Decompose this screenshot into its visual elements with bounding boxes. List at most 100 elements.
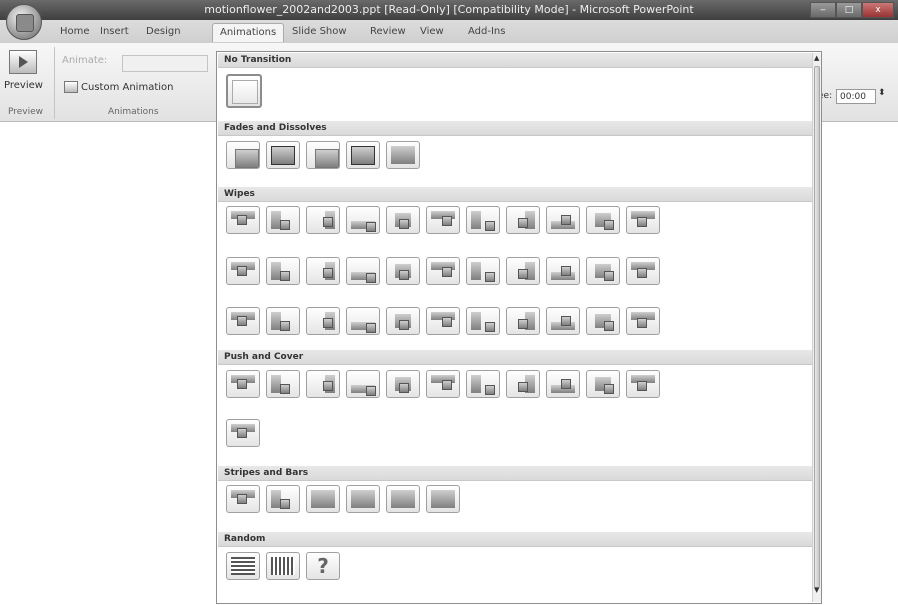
gallery-scrollbar[interactable]: ▲ ▼: [812, 53, 821, 602]
transition-tile[interactable]: [266, 206, 300, 234]
transition-tile[interactable]: [386, 257, 420, 285]
tab-home[interactable]: Home: [60, 26, 90, 37]
transition-tile[interactable]: [266, 307, 300, 335]
transition-tile[interactable]: [586, 206, 620, 234]
transition-tile[interactable]: [426, 307, 460, 335]
transition-tile[interactable]: [546, 206, 580, 234]
transition-tile[interactable]: [626, 370, 660, 398]
direction-arrow-icon: [280, 220, 290, 230]
custom-animation-icon: [64, 81, 78, 93]
transition-tile[interactable]: [226, 485, 260, 513]
direction-arrow-icon: [442, 380, 452, 390]
transition-tile[interactable]: [466, 257, 500, 285]
animate-dropdown[interactable]: [122, 55, 208, 72]
direction-arrow-icon: [323, 268, 333, 278]
slide-stack-icon: [315, 149, 339, 168]
transition-tile[interactable]: [546, 307, 580, 335]
transition-tile[interactable]: [386, 485, 420, 513]
transition-tile[interactable]: [266, 141, 300, 169]
office-logo-icon: [16, 14, 34, 32]
tab-view[interactable]: View: [420, 26, 444, 37]
transition-tile[interactable]: [626, 257, 660, 285]
maximize-button[interactable]: □: [836, 2, 862, 18]
transition-tile[interactable]: [306, 257, 340, 285]
random-bars-horizontal-tile[interactable]: [226, 552, 260, 580]
direction-arrow-icon: [399, 320, 409, 330]
time-input[interactable]: 00:00: [836, 89, 876, 104]
transition-tile[interactable]: [306, 370, 340, 398]
transition-tile[interactable]: [586, 257, 620, 285]
transition-preview-icon: [431, 490, 455, 508]
transition-tile[interactable]: [226, 307, 260, 335]
transition-tile[interactable]: [346, 257, 380, 285]
minimize-button[interactable]: ‒: [810, 2, 836, 18]
transition-tile[interactable]: [546, 257, 580, 285]
transition-tile[interactable]: [306, 307, 340, 335]
direction-arrow-icon: [485, 322, 495, 332]
transition-tile[interactable]: [586, 307, 620, 335]
transition-tile[interactable]: [306, 485, 340, 513]
direction-arrow-icon: [518, 319, 528, 329]
section-wipes: Wipes: [218, 187, 812, 202]
random-bars-vertical-tile[interactable]: [266, 552, 300, 580]
random-transition-tile[interactable]: ?: [306, 552, 340, 580]
transition-tile[interactable]: [266, 370, 300, 398]
transition-tile[interactable]: [346, 370, 380, 398]
transition-tile[interactable]: [506, 257, 540, 285]
animations-group-label: Animations: [108, 107, 159, 117]
transition-tile[interactable]: [626, 307, 660, 335]
scroll-up-icon[interactable]: ▲: [814, 54, 819, 62]
transition-tile[interactable]: [466, 370, 500, 398]
transition-tile[interactable]: [586, 370, 620, 398]
transition-tile[interactable]: [546, 370, 580, 398]
transition-tile[interactable]: [306, 206, 340, 234]
tab-design[interactable]: Design: [146, 26, 181, 37]
transition-tile[interactable]: [626, 206, 660, 234]
direction-arrow-icon: [518, 382, 528, 392]
transition-tile[interactable]: [386, 141, 420, 169]
transition-tile[interactable]: [386, 370, 420, 398]
transition-tile[interactable]: [506, 307, 540, 335]
tab-insert[interactable]: Insert: [100, 26, 129, 37]
title-bar: motionflower_2002and2003.ppt [Read-Only]…: [0, 0, 898, 20]
office-button-icon[interactable]: [6, 4, 42, 40]
direction-arrow-icon: [604, 384, 614, 394]
transition-tile[interactable]: [306, 141, 340, 169]
transition-tile[interactable]: [386, 206, 420, 234]
transition-tile[interactable]: [506, 206, 540, 234]
transition-tile[interactable]: [226, 370, 260, 398]
transition-tile[interactable]: [426, 257, 460, 285]
ribbon-tab-bar: Home Insert Design Animations Slide Show…: [0, 20, 898, 44]
transition-gallery: No Transition Fades and Dissolves Wipes …: [216, 51, 822, 604]
transition-tile[interactable]: [426, 206, 460, 234]
transition-tile[interactable]: [346, 485, 380, 513]
scroll-thumb[interactable]: [814, 66, 820, 588]
transition-tile[interactable]: [346, 141, 380, 169]
tab-slide-show[interactable]: Slide Show: [292, 26, 347, 37]
transition-tile[interactable]: [386, 307, 420, 335]
transition-tile[interactable]: [226, 257, 260, 285]
transition-tile[interactable]: [506, 370, 540, 398]
transition-tile[interactable]: [426, 485, 460, 513]
transition-tile[interactable]: [226, 419, 260, 447]
direction-arrow-icon: [485, 385, 495, 395]
transition-tile[interactable]: [346, 307, 380, 335]
transition-none-tile[interactable]: [226, 74, 262, 108]
tab-review[interactable]: Review: [370, 26, 406, 37]
preview-icon[interactable]: [9, 50, 37, 74]
transition-tile[interactable]: [466, 206, 500, 234]
transition-tile[interactable]: [346, 206, 380, 234]
close-button[interactable]: x: [862, 2, 894, 18]
transition-tile[interactable]: [266, 257, 300, 285]
transition-tile[interactable]: [266, 485, 300, 513]
scroll-down-icon[interactable]: ▼: [814, 586, 819, 594]
custom-animation-button[interactable]: Custom Animation: [64, 81, 173, 93]
transition-tile[interactable]: [466, 307, 500, 335]
preview-button[interactable]: Preview: [4, 80, 43, 91]
time-spinner-icon[interactable]: ⬍: [878, 88, 886, 98]
tab-animations[interactable]: Animations: [212, 23, 285, 42]
transition-tile[interactable]: [226, 206, 260, 234]
transition-tile[interactable]: [426, 370, 460, 398]
transition-tile[interactable]: [226, 141, 260, 169]
tab-add-ins[interactable]: Add-Ins: [468, 26, 505, 37]
